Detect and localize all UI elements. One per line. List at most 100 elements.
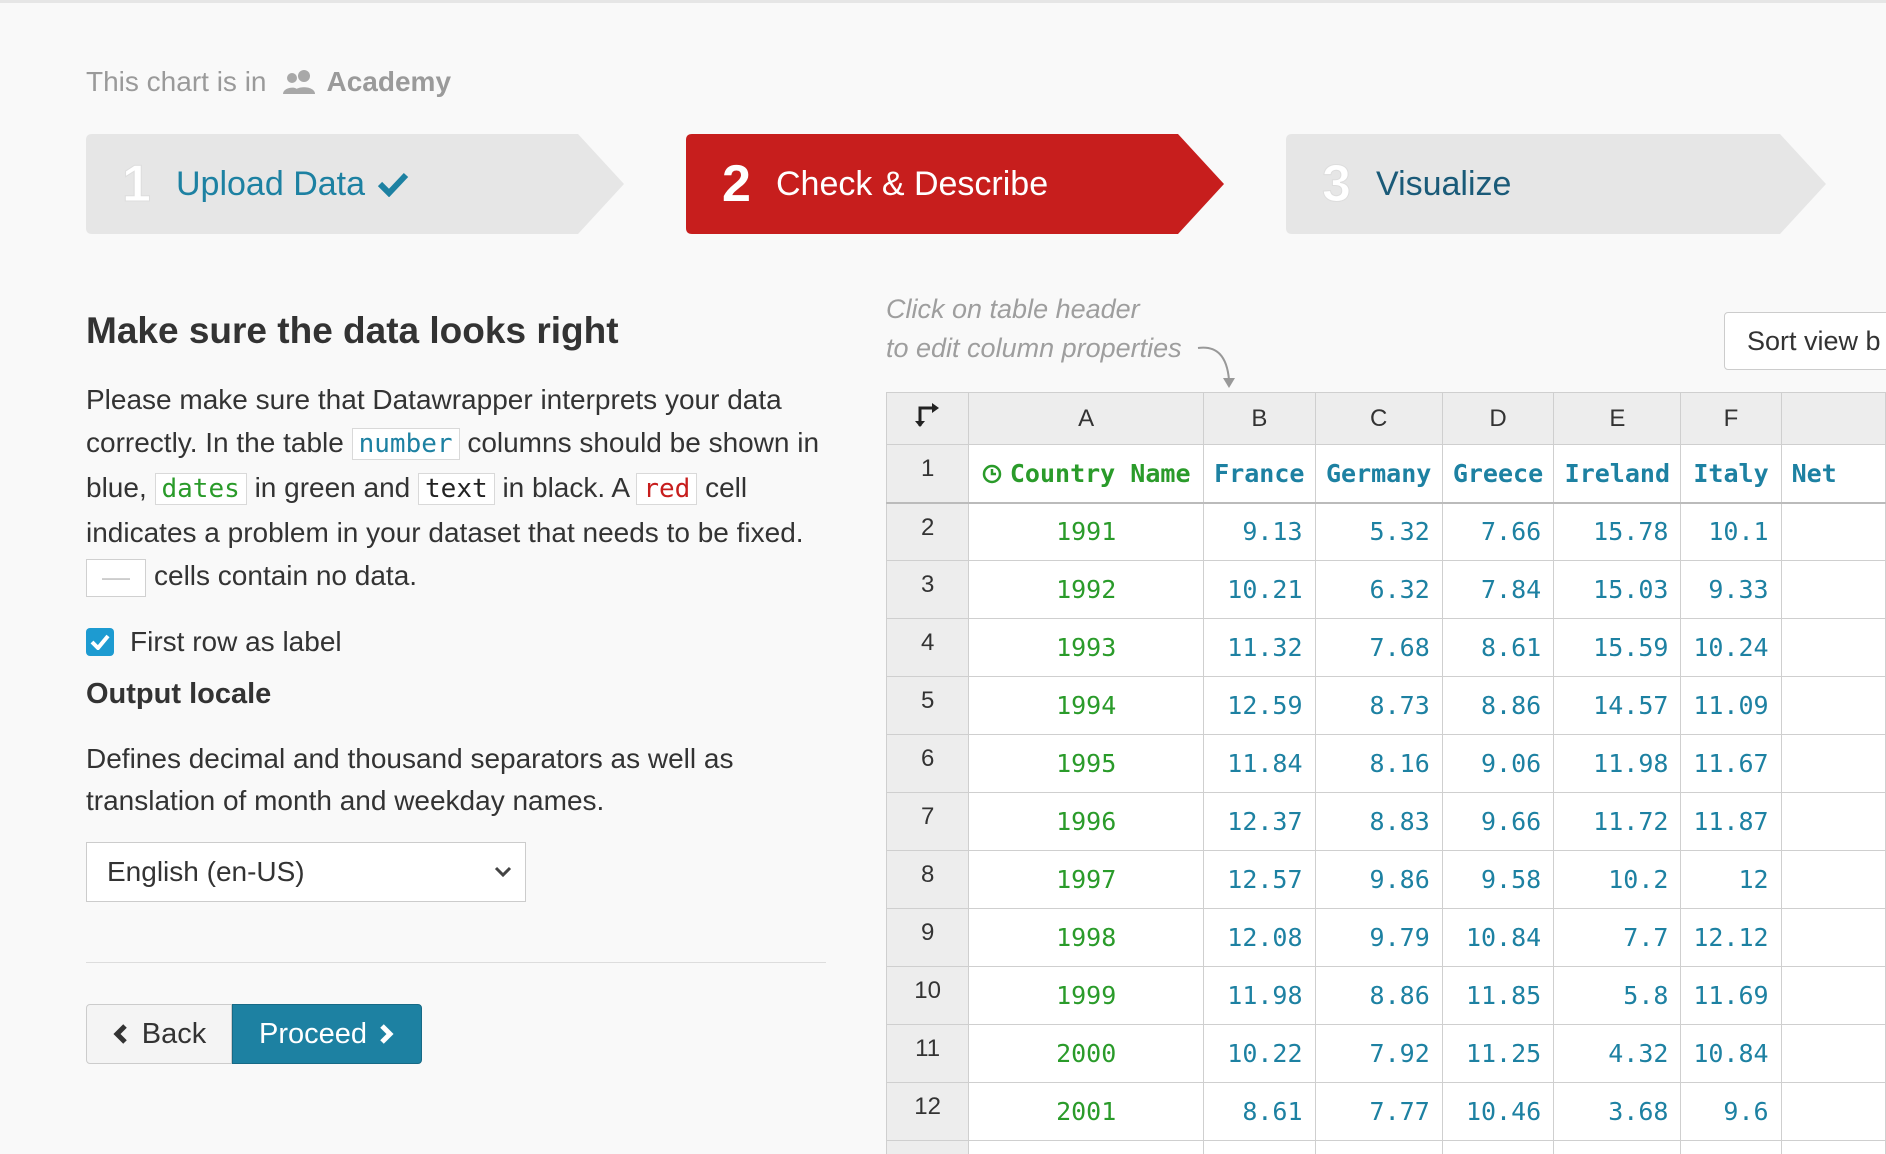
table-cell[interactable]: 1993 (968, 618, 1205, 677)
table-cell[interactable]: 12.08 (1203, 908, 1316, 967)
table-cell[interactable]: 7.7 (1553, 908, 1682, 967)
table-cell[interactable]: 9.13 (1203, 502, 1316, 561)
table-cell[interactable] (1314, 1140, 1443, 1154)
table-cell[interactable]: 8.83 (1314, 792, 1443, 851)
table-cell[interactable] (1780, 792, 1886, 851)
first-row-checkbox[interactable] (86, 628, 114, 656)
table-cell[interactable] (1553, 1140, 1682, 1154)
table-cell[interactable]: 12 (1680, 850, 1782, 909)
table-cell[interactable] (1780, 1140, 1886, 1154)
table-cell[interactable]: 8.16 (1314, 734, 1443, 793)
column-letter[interactable]: C (1314, 392, 1443, 445)
table-cell[interactable]: 8.61 (1203, 1082, 1316, 1141)
table-cell[interactable]: 10.84 (1680, 1024, 1782, 1083)
sort-view-button[interactable]: Sort view b (1724, 312, 1886, 370)
table-cell[interactable]: 1999 (968, 966, 1205, 1025)
table-cell[interactable]: 10.84 (1441, 908, 1555, 967)
table-cell[interactable] (1780, 560, 1886, 619)
table-cell[interactable]: 12.37 (1203, 792, 1316, 851)
table-cell[interactable]: 9.06 (1441, 734, 1555, 793)
table-cell[interactable] (1780, 908, 1886, 967)
table-cell[interactable]: 2000 (968, 1024, 1205, 1083)
table-cell[interactable]: 9.58 (1441, 850, 1555, 909)
column-letter[interactable]: E (1553, 392, 1682, 445)
table-cell[interactable]: 15.59 (1553, 618, 1682, 677)
table-cell[interactable]: 11.72 (1553, 792, 1682, 851)
step-visualize[interactable]: 3 Visualize (1286, 134, 1826, 234)
table-cell[interactable]: 7.68 (1314, 618, 1443, 677)
table-cell[interactable]: 8.86 (1441, 676, 1555, 735)
table-cell[interactable]: 11.98 (1203, 966, 1316, 1025)
table-cell[interactable]: 7.66 (1441, 502, 1555, 561)
header-cell[interactable]: Country Name (968, 444, 1205, 504)
table-cell[interactable]: 1992 (968, 560, 1205, 619)
table-cell[interactable] (968, 1140, 1205, 1154)
table-cell[interactable]: 8.61 (1441, 618, 1555, 677)
table-cell[interactable]: 9.79 (1314, 908, 1443, 967)
column-letter[interactable]: A (968, 392, 1205, 445)
table-cell[interactable]: 9.66 (1441, 792, 1555, 851)
table-cell[interactable]: 11.25 (1441, 1024, 1555, 1083)
table-cell[interactable]: 9.6 (1680, 1082, 1782, 1141)
table-cell[interactable]: 7.84 (1441, 560, 1555, 619)
table-cell[interactable]: 1994 (968, 676, 1205, 735)
table-cell[interactable]: 15.78 (1553, 502, 1682, 561)
table-cell[interactable]: 1998 (968, 908, 1205, 967)
table-cell[interactable]: 1997 (968, 850, 1205, 909)
step-upload-data[interactable]: 1 Upload Data (86, 134, 624, 234)
table-cell[interactable]: 10.22 (1203, 1024, 1316, 1083)
folder-name[interactable]: Academy (327, 66, 452, 98)
header-cell[interactable]: Ireland (1553, 444, 1682, 504)
table-cell[interactable]: 1995 (968, 734, 1205, 793)
table-cell[interactable] (1780, 502, 1886, 561)
table-cell[interactable]: 11.67 (1680, 734, 1782, 793)
table-cell[interactable]: 1991 (968, 502, 1205, 561)
table-cell[interactable] (1780, 850, 1886, 909)
table-cell[interactable]: 11.98 (1553, 734, 1682, 793)
step-check-describe[interactable]: 2 Check & Describe (686, 134, 1224, 234)
table-cell[interactable]: 11.69 (1680, 966, 1782, 1025)
table-cell[interactable]: 10.21 (1203, 560, 1316, 619)
table-cell[interactable]: 10.24 (1680, 618, 1782, 677)
column-letter[interactable]: B (1203, 392, 1316, 445)
column-letter[interactable] (1780, 392, 1886, 445)
first-row-label-option[interactable]: First row as label (86, 626, 342, 658)
table-cell[interactable]: 7.77 (1314, 1082, 1443, 1141)
table-cell[interactable] (1780, 676, 1886, 735)
table-cell[interactable]: 5.8 (1553, 966, 1682, 1025)
table-cell[interactable]: 7.92 (1314, 1024, 1443, 1083)
table-cell[interactable]: 10.2 (1553, 850, 1682, 909)
table-cell[interactable]: 14.57 (1553, 676, 1682, 735)
table-cell[interactable]: 11.85 (1441, 966, 1555, 1025)
table-cell[interactable]: 5.32 (1314, 502, 1443, 561)
table-cell[interactable]: 4.32 (1553, 1024, 1682, 1083)
back-button[interactable]: Back (86, 1004, 232, 1064)
table-cell[interactable]: 1996 (968, 792, 1205, 851)
table-cell[interactable] (1780, 1024, 1886, 1083)
table-cell[interactable]: 10.46 (1441, 1082, 1555, 1141)
column-letter[interactable]: D (1441, 392, 1555, 445)
table-cell[interactable]: 10.1 (1680, 502, 1782, 561)
table-cell[interactable]: 8.73 (1314, 676, 1443, 735)
column-letter[interactable]: F (1680, 392, 1782, 445)
table-cell[interactable]: 9.86 (1314, 850, 1443, 909)
table-cell[interactable] (1780, 1082, 1886, 1141)
table-cell[interactable]: 3.68 (1553, 1082, 1682, 1141)
table-cell[interactable]: 11.32 (1203, 618, 1316, 677)
table-cell[interactable] (1780, 618, 1886, 677)
table-cell[interactable]: 11.87 (1680, 792, 1782, 851)
table-cell[interactable]: 12.57 (1203, 850, 1316, 909)
table-cell[interactable]: 6.32 (1314, 560, 1443, 619)
header-cell[interactable]: Italy (1680, 444, 1782, 504)
table-cell[interactable]: 2001 (968, 1082, 1205, 1141)
table-cell[interactable]: 8.86 (1314, 966, 1443, 1025)
table-cell[interactable]: 11.84 (1203, 734, 1316, 793)
table-cell[interactable] (1780, 966, 1886, 1025)
header-cell[interactable]: Germany (1314, 444, 1443, 504)
locale-select[interactable]: English (en-US) (86, 842, 526, 902)
transpose-button[interactable] (886, 392, 970, 445)
header-cell[interactable]: France (1203, 444, 1316, 504)
table-cell[interactable] (1680, 1140, 1782, 1154)
table-cell[interactable]: 9.33 (1680, 560, 1782, 619)
header-cell[interactable]: Greece (1441, 444, 1555, 504)
